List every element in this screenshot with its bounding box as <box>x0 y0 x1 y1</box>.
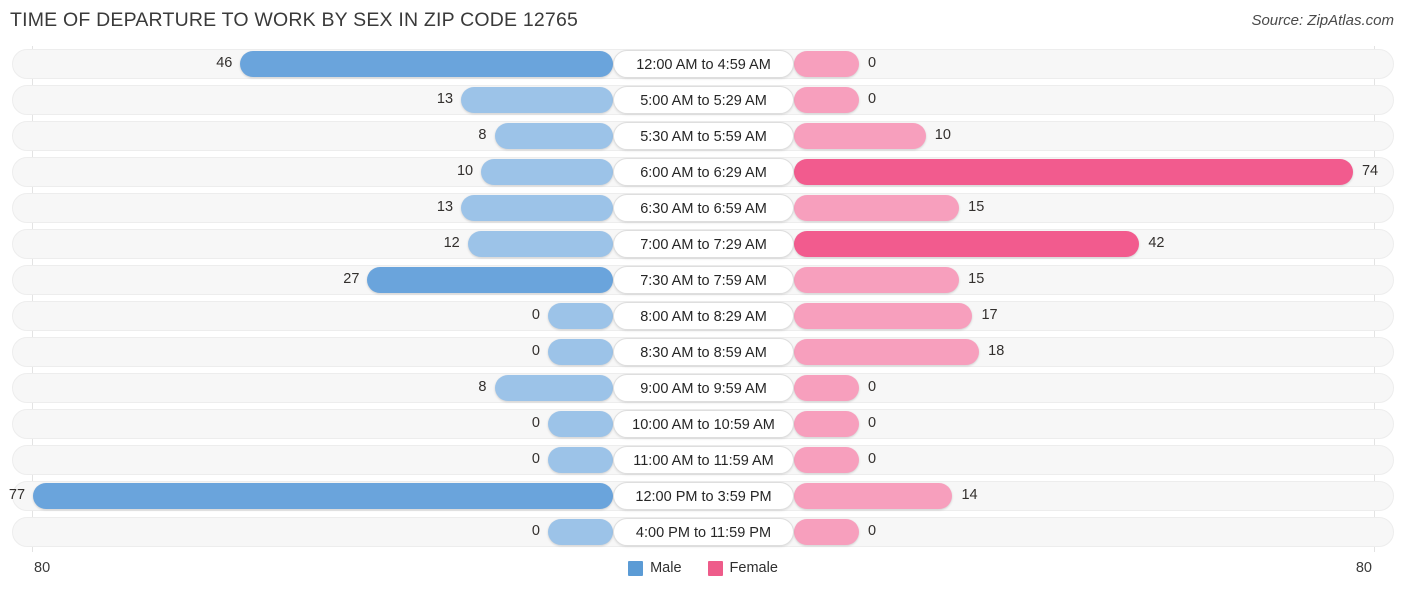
category-label: 12:00 PM to 3:59 PM <box>613 482 794 510</box>
category-label: 8:30 AM to 8:59 AM <box>613 338 794 366</box>
table-row: 0 0 10:00 AM to 10:59 AM <box>0 406 1406 442</box>
bar-value-female: 0 <box>868 523 877 539</box>
bar-female <box>794 483 953 509</box>
bar-female <box>794 87 859 113</box>
bar-female <box>794 51 859 77</box>
table-row: 13 15 6:30 AM to 6:59 AM <box>0 190 1406 226</box>
bar-male <box>461 195 613 221</box>
bar-male <box>548 303 613 329</box>
bar-male <box>240 51 613 77</box>
category-label: 5:30 AM to 5:59 AM <box>613 122 794 150</box>
chart-footer: 80 80 Male Female <box>0 554 1406 594</box>
category-label: 7:30 AM to 7:59 AM <box>613 266 794 294</box>
bar-male <box>33 483 613 509</box>
category-label: 7:00 AM to 7:29 AM <box>613 230 794 258</box>
bar-value-male: 0 <box>531 343 540 359</box>
bar-value-male: 27 <box>343 271 360 287</box>
table-row: 0 17 8:00 AM to 8:29 AM <box>0 298 1406 334</box>
bar-male <box>494 375 613 401</box>
legend-swatch-icon <box>628 560 644 576</box>
table-row: 12 42 7:00 AM to 7:29 AM <box>0 226 1406 262</box>
bar-value-female: 17 <box>981 307 998 323</box>
bar-value-female: 14 <box>961 487 978 503</box>
bar-male <box>548 447 613 473</box>
bar-female <box>794 339 980 365</box>
table-row: 27 15 7:30 AM to 7:59 AM <box>0 262 1406 298</box>
bar-female <box>794 411 859 437</box>
table-row: 13 0 5:00 AM to 5:29 AM <box>0 82 1406 118</box>
category-label: 4:00 PM to 11:59 PM <box>613 518 794 546</box>
bar-female <box>794 375 859 401</box>
legend-item-female[interactable]: Female <box>707 560 778 576</box>
chart-legend: Male Female <box>0 560 1406 576</box>
table-row: 10 74 6:00 AM to 6:29 AM <box>0 154 1406 190</box>
bar-value-male: 77 <box>8 487 26 503</box>
chart-plot-area: 46 0 12:00 AM to 4:59 AM 13 0 5:00 AM to 5:29… <box>0 46 1406 554</box>
bar-male <box>467 231 613 257</box>
legend-label: Female <box>729 560 778 576</box>
table-row: 8 10 5:30 AM to 5:59 AM <box>0 118 1406 154</box>
table-row: 77 14 12:00 PM to 3:59 PM <box>0 478 1406 514</box>
bar-value-male: 0 <box>531 523 540 539</box>
bar-male <box>494 123 613 149</box>
bar-value-female: 0 <box>868 415 877 431</box>
bar-value-female: 15 <box>968 199 985 215</box>
bar-value-female: 0 <box>868 55 877 71</box>
category-label: 11:00 AM to 11:59 AM <box>613 446 794 474</box>
bar-value-female: 15 <box>968 271 985 287</box>
bar-value-male: 10 <box>456 163 474 179</box>
bar-female <box>794 519 859 545</box>
category-label: 5:00 AM to 5:29 AM <box>613 86 794 114</box>
bar-female <box>794 231 1140 257</box>
bar-value-female: 0 <box>868 451 877 467</box>
bar-female <box>794 447 859 473</box>
category-label: 9:00 AM to 9:59 AM <box>613 374 794 402</box>
category-label: 6:30 AM to 6:59 AM <box>613 194 794 222</box>
bar-value-male: 8 <box>478 127 487 143</box>
bar-value-female: 0 <box>868 379 877 395</box>
category-label: 10:00 AM to 10:59 AM <box>613 410 794 438</box>
bar-value-male: 8 <box>478 379 487 395</box>
source-label: Source: ZipAtlas.com <box>1251 12 1394 29</box>
table-row: 0 0 4:00 PM to 11:59 PM <box>0 514 1406 550</box>
bar-male <box>548 519 613 545</box>
category-label: 6:00 AM to 6:29 AM <box>613 158 794 186</box>
bar-value-male: 0 <box>531 415 540 431</box>
bar-female <box>794 159 1353 185</box>
bar-value-male: 13 <box>436 91 454 107</box>
bar-male <box>367 267 613 293</box>
table-row: 0 18 8:30 AM to 8:59 AM <box>0 334 1406 370</box>
legend-label: Male <box>650 560 682 576</box>
bar-value-female: 10 <box>934 127 951 143</box>
table-row: 0 0 11:00 AM to 11:59 AM <box>0 442 1406 478</box>
bar-value-female: 74 <box>1361 163 1379 179</box>
bar-value-male: 0 <box>531 451 540 467</box>
legend-item-male[interactable]: Male <box>628 560 682 576</box>
bar-male <box>548 339 613 365</box>
category-label: 12:00 AM to 4:59 AM <box>613 50 794 78</box>
table-row: 46 0 12:00 AM to 4:59 AM <box>0 46 1406 82</box>
bar-value-male: 46 <box>216 55 233 71</box>
bar-female <box>794 267 960 293</box>
page-title: TIME OF DEPARTURE TO WORK BY SEX IN ZIP … <box>10 9 579 31</box>
bar-value-female: 18 <box>988 343 1005 359</box>
bar-female <box>794 195 960 221</box>
bar-value-male: 13 <box>436 199 454 215</box>
bar-value-male: 12 <box>443 235 460 251</box>
bar-value-female: 42 <box>1148 235 1165 251</box>
chart-header: TIME OF DEPARTURE TO WORK BY SEX IN ZIP … <box>0 0 1406 46</box>
bar-male <box>548 411 613 437</box>
bar-female <box>794 123 926 149</box>
table-row: 8 0 9:00 AM to 9:59 AM <box>0 370 1406 406</box>
bar-value-female: 0 <box>868 91 877 107</box>
bar-female <box>794 303 973 329</box>
bar-male <box>481 159 613 185</box>
category-label: 8:00 AM to 8:29 AM <box>613 302 794 330</box>
bar-value-male: 0 <box>531 307 540 323</box>
legend-swatch-icon <box>707 560 723 576</box>
bar-male <box>461 87 613 113</box>
